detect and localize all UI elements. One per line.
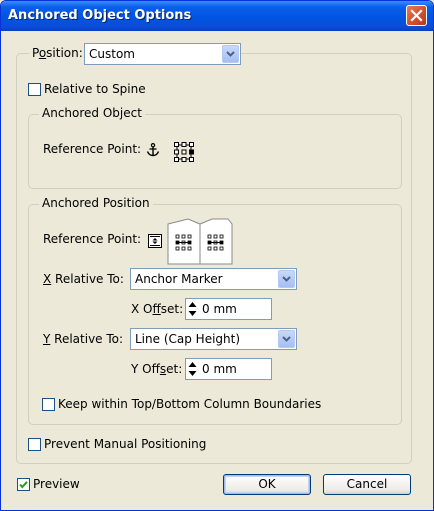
checkmark-icon bbox=[19, 481, 28, 489]
page-spread-proxy-icon[interactable] bbox=[166, 218, 234, 265]
prevent-manual-positioning-checkbox[interactable] bbox=[28, 438, 41, 451]
y-offset-label: Y Offset: bbox=[131, 362, 183, 376]
close-icon bbox=[410, 9, 423, 22]
y-relative-to-label: Y Relative To: bbox=[43, 332, 124, 346]
anchored-object-reference-point-label: Reference Point: bbox=[43, 142, 142, 156]
stepper-arrows-icon[interactable] bbox=[187, 361, 198, 377]
y-relative-to-dropdown-arrow[interactable] bbox=[278, 330, 295, 348]
relative-to-spine-label: Relative to Spine bbox=[44, 82, 146, 96]
x-offset-value: 0 mm bbox=[202, 302, 237, 316]
x-relative-to-label: X Relative To: bbox=[43, 272, 124, 286]
dialog-title: Anchored Object Options bbox=[8, 8, 192, 23]
reference-point-proxy-icon[interactable] bbox=[174, 142, 194, 162]
anchored-position-reference-point-label: Reference Point: bbox=[43, 232, 142, 246]
keep-within-boundaries-checkbox[interactable] bbox=[42, 398, 55, 411]
chevron-down-icon bbox=[282, 276, 291, 282]
keep-within-boundaries-label: Keep within Top/Bottom Column Boundaries bbox=[58, 397, 322, 411]
y-offset-field[interactable]: 0 mm bbox=[185, 358, 272, 380]
close-button[interactable] bbox=[406, 5, 427, 26]
cancel-button[interactable]: Cancel bbox=[323, 474, 411, 495]
x-relative-to-dropdown[interactable]: Anchor Marker bbox=[130, 268, 297, 290]
y-relative-to-dropdown[interactable]: Line (Cap Height) bbox=[130, 328, 297, 350]
x-relative-to-dropdown-arrow[interactable] bbox=[278, 270, 295, 288]
position-label: Position: bbox=[29, 46, 86, 62]
stepper-arrows-icon[interactable] bbox=[187, 301, 198, 317]
dialog-window: Anchored Object Options Position: Custom… bbox=[0, 0, 434, 511]
anchored-object-legend: Anchored Object bbox=[39, 106, 145, 120]
preview-checkbox[interactable] bbox=[17, 478, 30, 491]
position-dropdown-arrow[interactable] bbox=[222, 45, 239, 63]
position-dropdown[interactable]: Custom bbox=[84, 43, 241, 65]
relative-to-spine-checkbox[interactable] bbox=[28, 83, 41, 96]
x-offset-label: X Offset: bbox=[131, 302, 184, 316]
chevron-down-icon bbox=[282, 336, 291, 342]
x-relative-to-value: Anchor Marker bbox=[135, 272, 223, 286]
title-bar[interactable]: Anchored Object Options bbox=[1, 1, 433, 31]
x-offset-field[interactable]: 0 mm bbox=[185, 298, 272, 320]
anchor-icon bbox=[146, 143, 160, 157]
anchored-position-legend: Anchored Position bbox=[39, 196, 153, 210]
prevent-manual-positioning-label: Prevent Manual Positioning bbox=[44, 437, 207, 451]
spine-swap-icon[interactable] bbox=[148, 234, 162, 248]
y-relative-to-value: Line (Cap Height) bbox=[135, 332, 241, 346]
y-offset-value: 0 mm bbox=[202, 362, 237, 376]
position-value: Custom bbox=[89, 47, 135, 61]
preview-label: Preview bbox=[33, 477, 80, 491]
ok-button[interactable]: OK bbox=[223, 474, 311, 495]
chevron-down-icon bbox=[226, 51, 235, 57]
